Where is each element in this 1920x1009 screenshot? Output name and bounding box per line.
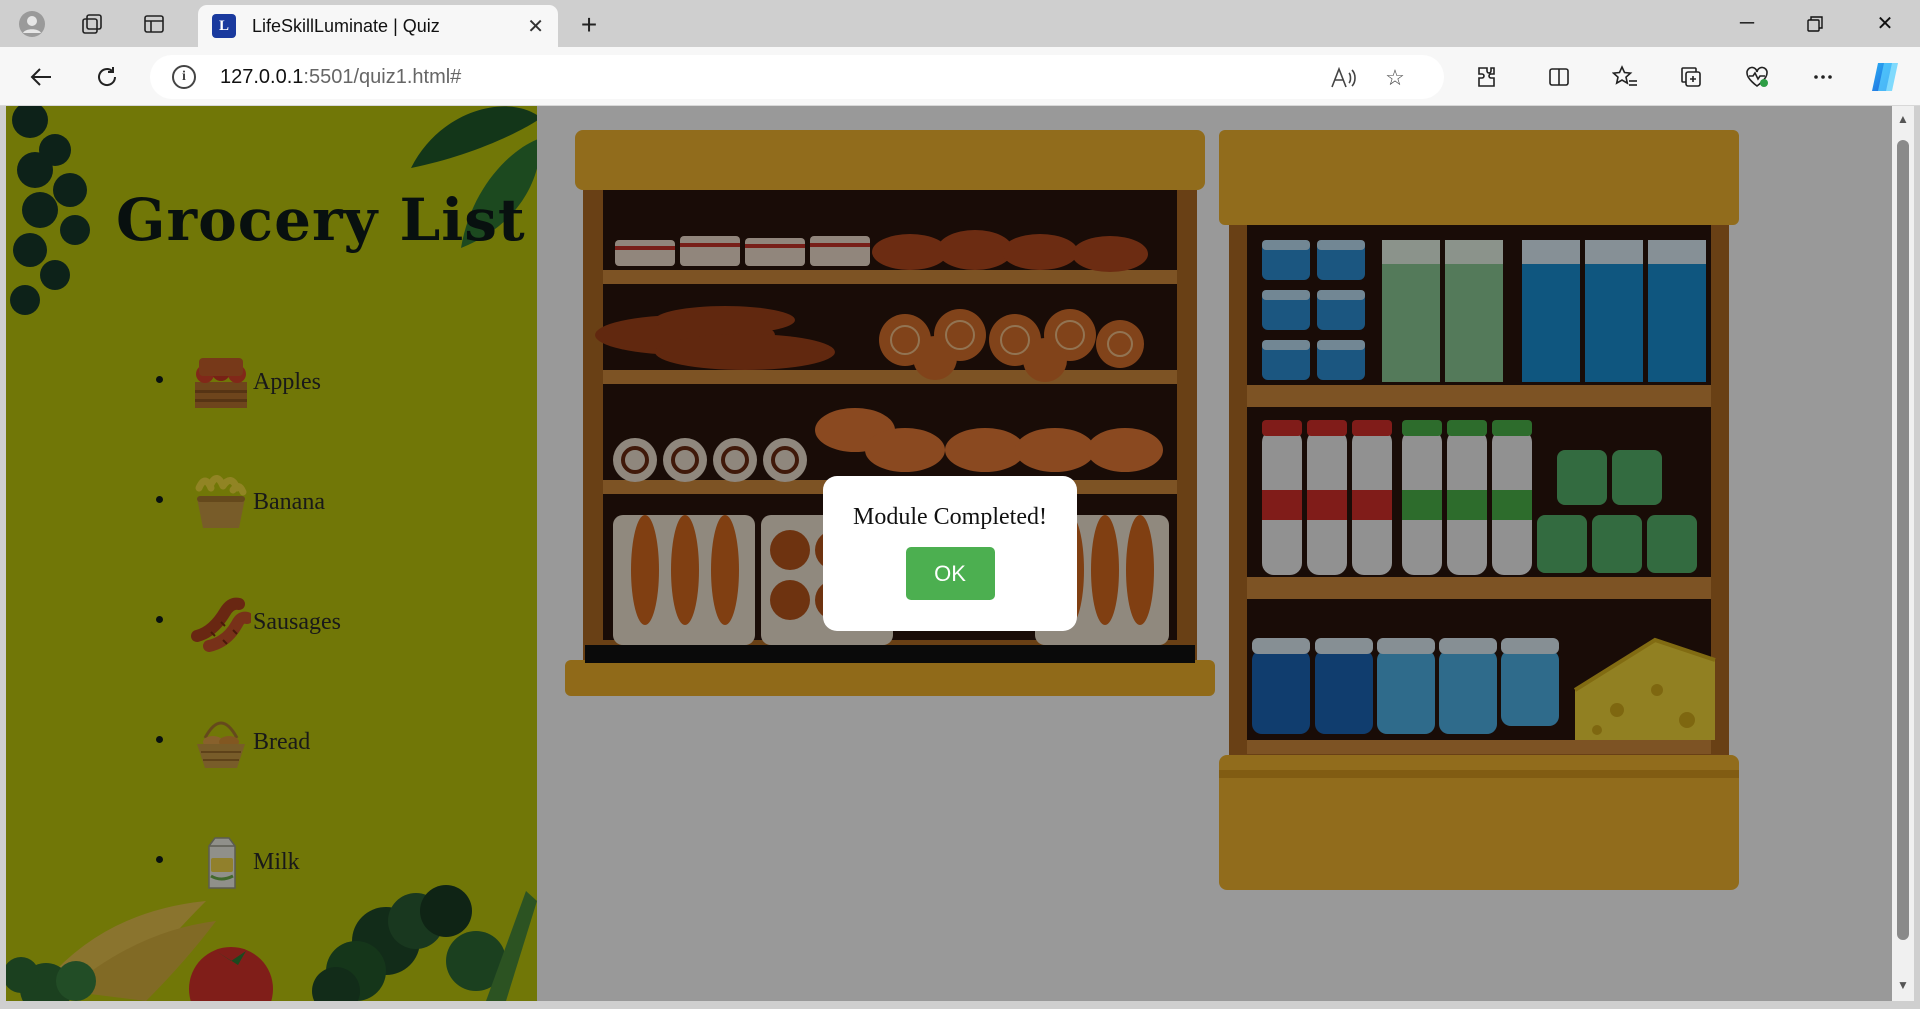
tab-favicon-icon: L (212, 14, 236, 38)
page-viewport: Grocery List Apples Banana Sausages Brea… (6, 106, 1892, 1001)
ok-button[interactable]: OK (905, 547, 995, 600)
copilot-icon[interactable] (1866, 58, 1904, 96)
refresh-icon[interactable] (88, 58, 126, 96)
workspaces-icon[interactable] (76, 8, 108, 40)
more-icon[interactable] (1804, 58, 1842, 96)
window-bottom-edge (0, 1001, 1920, 1009)
info-icon[interactable]: i (172, 65, 196, 89)
minimize-icon[interactable]: ─ (1714, 0, 1780, 47)
url-path: :5501/quiz1.html# (303, 65, 462, 88)
plus-icon[interactable]: + (572, 8, 606, 42)
profile-icon[interactable] (16, 8, 48, 40)
collections-icon[interactable] (1672, 58, 1710, 96)
favorites-icon[interactable] (1606, 58, 1644, 96)
browser-toolbar: i 127.0.0.1:5501/quiz1.html# ☆ (0, 47, 1920, 106)
address-bar[interactable]: i 127.0.0.1:5501/quiz1.html# ☆ (150, 55, 1444, 99)
url-host: 127.0.0.1 (220, 65, 304, 88)
vertical-tabs-icon[interactable] (138, 8, 170, 40)
read-aloud-icon[interactable] (1326, 61, 1360, 95)
modal-message: Module Completed! (853, 504, 1047, 530)
scroll-down-icon[interactable]: ▼ (1895, 978, 1911, 994)
split-screen-icon[interactable] (1540, 58, 1578, 96)
restore-icon[interactable] (1782, 0, 1848, 47)
scroll-up-icon[interactable]: ▲ (1895, 112, 1911, 128)
close-icon[interactable]: ✕ (1852, 0, 1918, 47)
back-arrow-icon[interactable] (22, 58, 60, 96)
tab-title: LifeSkillLuminate | Quiz (252, 15, 440, 36)
star-icon[interactable]: ☆ (1378, 61, 1412, 95)
tab-close-icon[interactable]: ✕ (527, 14, 544, 39)
scroll-thumb[interactable] (1897, 140, 1909, 940)
heart-pulse-icon[interactable] (1738, 58, 1776, 96)
page-scrollbar[interactable]: ▲ ▼ (1892, 106, 1914, 1001)
puzzle-icon[interactable] (1468, 58, 1506, 96)
completion-modal: Module Completed! OK (823, 476, 1077, 631)
title-bar: L LifeSkillLuminate | Quiz ✕ + ─ ✕ (0, 0, 1920, 47)
browser-tab[interactable]: L LifeSkillLuminate | Quiz ✕ (198, 5, 558, 47)
